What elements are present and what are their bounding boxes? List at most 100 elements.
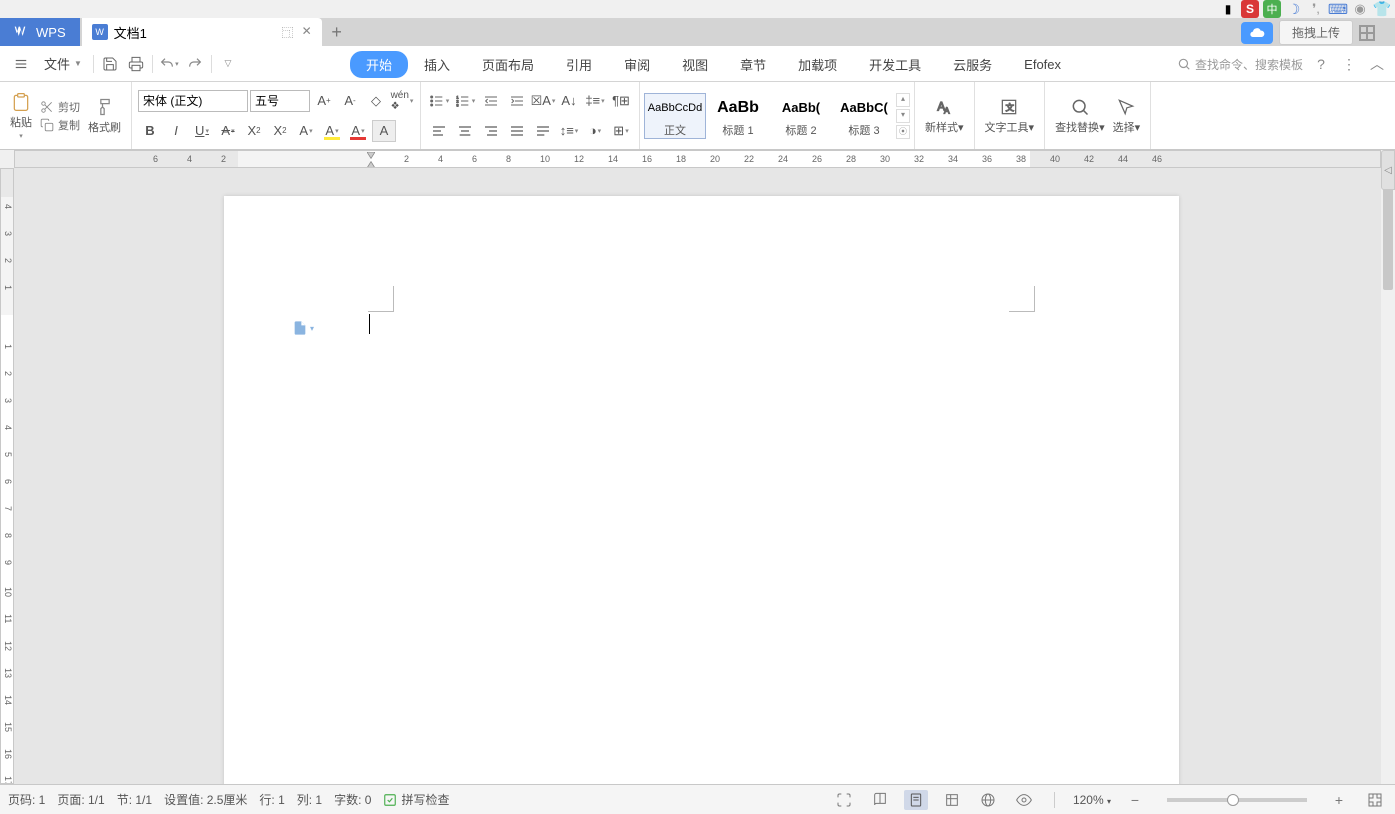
- zoom-level[interactable]: 120% ▾: [1073, 793, 1111, 807]
- sort-button[interactable]: A↓: [557, 90, 581, 112]
- line-spacing-button[interactable]: ‡≡▾: [583, 90, 607, 112]
- strikethrough-button[interactable]: A▾: [216, 120, 240, 142]
- tab-references[interactable]: 引用: [550, 49, 608, 80]
- clear-format-button[interactable]: ◇: [364, 90, 388, 112]
- tab-close-icon[interactable]: ✕: [302, 24, 312, 41]
- align-center-button[interactable]: [453, 120, 477, 142]
- tab-developer[interactable]: 开发工具: [853, 49, 937, 80]
- tray-icon-shirt[interactable]: 👕: [1373, 0, 1391, 18]
- paste-button[interactable]: 粘贴▾: [6, 90, 36, 142]
- tab-addins[interactable]: 加载项: [782, 49, 853, 80]
- document-viewport[interactable]: ▾: [14, 168, 1381, 784]
- numbering-button[interactable]: 123▾: [453, 90, 477, 112]
- redo-button[interactable]: [182, 51, 208, 77]
- zoom-in-button[interactable]: +: [1327, 790, 1351, 810]
- para-spacing-button[interactable]: ↕≡▾: [557, 120, 581, 142]
- style-heading2[interactable]: AaBb(标题 2: [770, 93, 832, 139]
- align-justify-button[interactable]: [505, 120, 529, 142]
- collapse-ribbon[interactable]: ︿: [1367, 54, 1387, 74]
- document-tab[interactable]: W 文档1 ⿹ ✕: [82, 18, 322, 46]
- cloud-sync-button[interactable]: [1241, 22, 1273, 44]
- tab-efofex[interactable]: Efofex: [1008, 51, 1077, 78]
- underline-button[interactable]: U▾: [190, 120, 214, 142]
- shading-button[interactable]: ◑▾: [583, 120, 607, 142]
- text-effects-button[interactable]: A▾: [294, 120, 318, 142]
- tray-icon-moon[interactable]: ☽: [1285, 0, 1303, 18]
- copy-button[interactable]: 复制: [40, 117, 80, 133]
- font-name-select[interactable]: [138, 90, 248, 112]
- tab-cloud[interactable]: 云服务: [937, 49, 1008, 80]
- distribute-button[interactable]: [531, 120, 555, 142]
- text-tools-button[interactable]: 文文字工具▾: [981, 95, 1039, 137]
- italic-button[interactable]: I: [164, 120, 188, 142]
- increase-indent-button[interactable]: [505, 90, 529, 112]
- show-marks-button[interactable]: ¶⊞: [609, 90, 633, 112]
- indent-hanging-marker[interactable]: [367, 160, 375, 168]
- wps-home-tab[interactable]: WPS: [0, 18, 80, 46]
- page[interactable]: ▾: [224, 196, 1179, 784]
- tray-icon-keyboard[interactable]: ⌨: [1329, 0, 1347, 18]
- tab-home[interactable]: 开始: [350, 51, 408, 78]
- drag-upload-button[interactable]: 拖拽上传: [1279, 20, 1353, 45]
- vertical-ruler[interactable]: 4321123456789101112131415161718: [0, 168, 14, 784]
- tab-view[interactable]: 视图: [666, 49, 724, 80]
- tab-review[interactable]: 审阅: [608, 49, 666, 80]
- decrease-indent-button[interactable]: [479, 90, 503, 112]
- status-setvalue[interactable]: 设置值: 2.5厘米: [164, 791, 247, 808]
- help-button[interactable]: ?: [1311, 54, 1331, 74]
- format-painter-button[interactable]: 格式刷: [84, 95, 125, 137]
- save-button[interactable]: [97, 51, 123, 77]
- print-button[interactable]: [123, 51, 149, 77]
- tray-icon-ime[interactable]: 中: [1263, 0, 1281, 18]
- bullets-button[interactable]: ▾: [427, 90, 451, 112]
- tray-icon-app[interactable]: ▮: [1219, 0, 1237, 18]
- horizontal-ruler[interactable]: 6422468101214161820222426283032343638404…: [14, 150, 1381, 168]
- tab-insert[interactable]: 插入: [408, 49, 466, 80]
- hamburger-menu[interactable]: [6, 53, 36, 75]
- status-wordcount[interactable]: 字数: 0: [334, 791, 371, 808]
- select-button[interactable]: 选择▾: [1109, 95, 1145, 137]
- new-style-button[interactable]: AA新样式▾: [921, 95, 968, 137]
- find-replace-button[interactable]: 查找替换▾: [1051, 95, 1109, 137]
- indent-first-line-marker[interactable]: [367, 152, 375, 160]
- status-col[interactable]: 列: 1: [297, 791, 322, 808]
- font-size-select[interactable]: [250, 90, 310, 112]
- workspace-icon[interactable]: [1359, 25, 1375, 41]
- fullscreen-button[interactable]: [832, 790, 856, 810]
- status-spellcheck[interactable]: 拼写检查: [383, 791, 449, 808]
- tab-section[interactable]: 章节: [724, 49, 782, 80]
- bold-button[interactable]: B: [138, 120, 162, 142]
- char-shading-button[interactable]: A: [372, 120, 396, 142]
- status-page[interactable]: 页面: 1/1: [57, 791, 104, 808]
- new-tab-button[interactable]: +: [322, 18, 352, 46]
- view-read-button[interactable]: [868, 790, 892, 810]
- cut-button[interactable]: 剪切: [40, 99, 80, 115]
- vertical-scrollbar[interactable]: [1381, 168, 1395, 784]
- ribbon-options[interactable]: ⋮: [1339, 54, 1359, 74]
- decrease-font-button[interactable]: A-: [338, 90, 362, 112]
- style-heading3[interactable]: AaBbC(标题 3: [833, 93, 895, 139]
- side-panel-toggle[interactable]: ◁: [1381, 150, 1395, 190]
- increase-font-button[interactable]: A+: [312, 90, 336, 112]
- eye-protection-button[interactable]: [1012, 790, 1036, 810]
- tray-icon-sogou[interactable]: S: [1241, 0, 1259, 18]
- tray-icon-comma[interactable]: ❜,: [1307, 0, 1325, 18]
- style-heading1[interactable]: AaBb标题 1: [707, 93, 769, 139]
- superscript-button[interactable]: X2: [242, 120, 266, 142]
- zoom-slider-thumb[interactable]: [1227, 794, 1239, 806]
- borders-button[interactable]: ⊞▾: [609, 120, 633, 142]
- file-menu[interactable]: 文件 ▼: [36, 50, 90, 77]
- view-outline-button[interactable]: [940, 790, 964, 810]
- command-search[interactable]: 查找命令、搜索模板: [1177, 56, 1303, 73]
- font-color-button[interactable]: A▾: [346, 120, 370, 142]
- zoom-slider[interactable]: [1167, 798, 1307, 802]
- tray-icon-mic[interactable]: ◉: [1351, 0, 1369, 18]
- tab-window-icon[interactable]: ⿹: [282, 24, 294, 41]
- char-scale-button[interactable]: ☒A▾: [531, 90, 555, 112]
- view-page-button[interactable]: [904, 790, 928, 810]
- status-row[interactable]: 行: 1: [259, 791, 284, 808]
- undo-button[interactable]: ▾: [156, 51, 182, 77]
- paragraph-options-icon[interactable]: ▾: [292, 320, 314, 336]
- phonetic-button[interactable]: wén❖▾: [390, 90, 414, 112]
- subscript-button[interactable]: X2: [268, 120, 292, 142]
